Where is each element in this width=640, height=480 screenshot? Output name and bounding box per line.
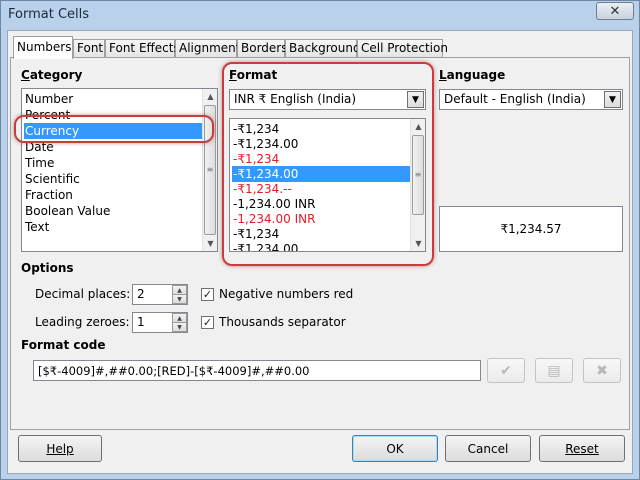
tab-alignment[interactable]: Alignment bbox=[175, 39, 240, 58]
language-select[interactable]: Default - English (India) ▼ bbox=[439, 89, 623, 110]
scroll-up-icon[interactable]: ▲ bbox=[203, 89, 217, 104]
format-preview: ₹1,234.57 bbox=[439, 206, 623, 252]
language-select-value: Default - English (India) bbox=[444, 92, 586, 106]
delete-format-code-button[interactable]: ✖ bbox=[583, 358, 621, 383]
checkmark-icon: ✔ bbox=[500, 362, 512, 379]
leading-zeroes-stepper[interactable]: 1 ▲ ▼ bbox=[132, 312, 188, 333]
format-annotation-highlight bbox=[222, 62, 434, 266]
reset-button-label: Reset bbox=[565, 441, 599, 456]
close-icon: ✕ bbox=[609, 3, 621, 19]
title-bar[interactable]: Format Cells ✕ bbox=[1, 1, 639, 29]
chevron-down-icon[interactable]: ▼ bbox=[604, 91, 621, 108]
thousands-separator-label: Thousands separator bbox=[219, 315, 346, 329]
decimal-places-label: Decimal places: bbox=[35, 287, 131, 301]
language-heading: Language bbox=[439, 68, 506, 82]
decrement-icon[interactable]: ▼ bbox=[172, 294, 187, 304]
leading-zeroes-label: Leading zeroes: bbox=[35, 315, 130, 329]
ok-button[interactable]: OK bbox=[352, 435, 438, 462]
window-title: Format Cells bbox=[8, 7, 90, 22]
tab-font[interactable]: Font bbox=[73, 39, 105, 58]
numbers-panel: Category Number Percent Currency Date Ti… bbox=[10, 57, 630, 430]
checkmark-icon: ✓ bbox=[202, 316, 213, 329]
close-button[interactable]: ✕ bbox=[596, 2, 634, 20]
clipboard-icon: ▤ bbox=[547, 362, 561, 379]
tab-cell-protection[interactable]: Cell Protection bbox=[357, 39, 448, 58]
category-scrollbar[interactable]: ▲ ≡ ▼ bbox=[202, 89, 217, 251]
decrement-icon[interactable]: ▼ bbox=[172, 322, 187, 332]
category-item-time[interactable]: Time bbox=[24, 155, 202, 171]
delete-icon: ✖ bbox=[596, 362, 608, 379]
decimal-places-stepper[interactable]: 2 ▲ ▼ bbox=[132, 284, 188, 305]
format-cells-dialog: Format Cells ✕ Numbers Font Font Effects… bbox=[0, 0, 640, 480]
tab-numbers[interactable]: Numbers bbox=[13, 36, 73, 59]
preview-value: ₹1,234.57 bbox=[500, 222, 562, 236]
category-item-fraction[interactable]: Fraction bbox=[24, 187, 202, 203]
stepper-buttons: ▲ ▼ bbox=[172, 285, 187, 304]
format-code-input[interactable]: [$₹-4009]#,##0.00;[RED]-[$₹-4009]#,##0.0… bbox=[33, 360, 481, 381]
format-code-value: [$₹-4009]#,##0.00;[RED]-[$₹-4009]#,##0.0… bbox=[38, 364, 310, 378]
tab-background[interactable]: Background bbox=[285, 39, 361, 58]
leading-zeroes-value: 1 bbox=[137, 315, 145, 329]
apply-format-code-button[interactable]: ✔ bbox=[487, 358, 525, 383]
category-item-scientific[interactable]: Scientific bbox=[24, 171, 202, 187]
thousands-separator-checkbox[interactable]: ✓ bbox=[201, 316, 214, 329]
category-item-text[interactable]: Text bbox=[24, 219, 202, 235]
dialog-body: Numbers Font Font Effects Alignment Bord… bbox=[7, 30, 633, 474]
grip-icon: ≡ bbox=[206, 165, 214, 174]
currency-annotation-highlight bbox=[14, 115, 214, 143]
help-button[interactable]: Help bbox=[18, 435, 102, 462]
decimal-places-value: 2 bbox=[137, 287, 145, 301]
cancel-button[interactable]: Cancel bbox=[445, 435, 531, 462]
category-item-number[interactable]: Number bbox=[24, 91, 202, 107]
language-heading-rest: anguage bbox=[446, 68, 506, 82]
help-button-label: Help bbox=[46, 441, 74, 456]
negative-red-label: Negative numbers red bbox=[219, 287, 354, 301]
edit-comment-button[interactable]: ▤ bbox=[535, 358, 573, 383]
tab-borders[interactable]: Borders bbox=[237, 39, 287, 58]
checkmark-icon: ✓ bbox=[202, 288, 213, 301]
scroll-down-icon[interactable]: ▼ bbox=[203, 236, 217, 251]
tab-font-effects[interactable]: Font Effects bbox=[105, 39, 180, 58]
category-listbox[interactable]: Number Percent Currency Date Time Scient… bbox=[21, 88, 218, 252]
reset-button[interactable]: Reset bbox=[539, 435, 625, 462]
category-heading-rest: ategory bbox=[29, 68, 83, 82]
options-heading: Options bbox=[21, 261, 74, 275]
stepper-buttons: ▲ ▼ bbox=[172, 313, 187, 332]
category-item-boolean[interactable]: Boolean Value bbox=[24, 203, 202, 219]
negative-red-checkbox[interactable]: ✓ bbox=[201, 288, 214, 301]
ok-button-label: OK bbox=[386, 441, 404, 456]
category-heading: Category bbox=[21, 68, 83, 82]
cancel-button-label: Cancel bbox=[467, 441, 509, 456]
format-code-heading: Format code bbox=[21, 338, 106, 352]
